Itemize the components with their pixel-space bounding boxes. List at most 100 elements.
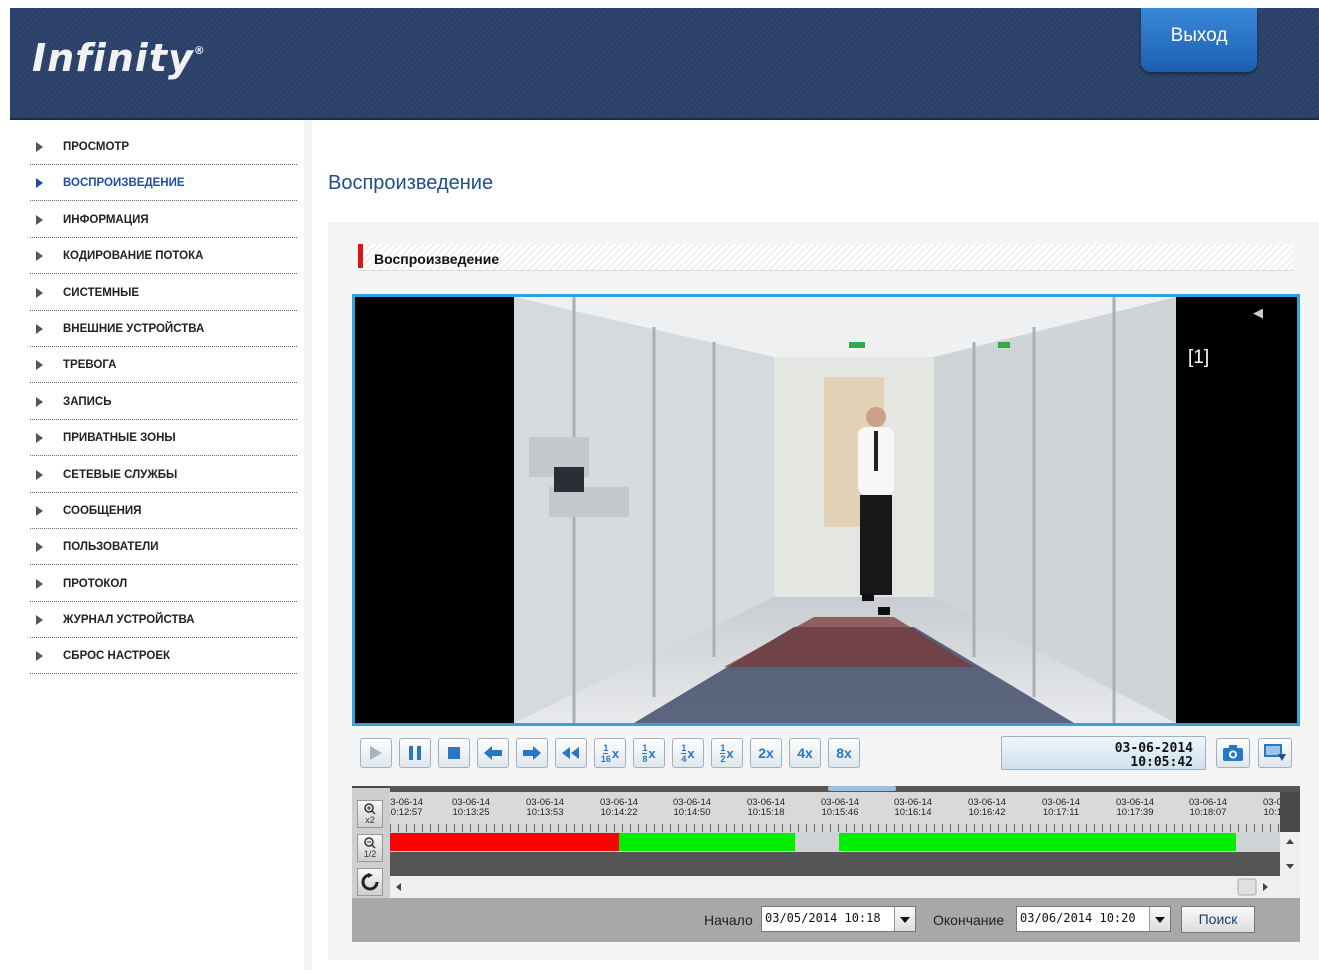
time-tick: 03-06-14 10:14:50: [672, 797, 712, 818]
play-icon: [370, 746, 382, 760]
sidebar-item-messages[interactable]: СООБЩЕНИЯ: [30, 494, 297, 529]
start-label: Начало: [704, 912, 753, 928]
start-datetime-select[interactable]: 03/05/2014 10:18: [761, 906, 916, 932]
arrow-right-icon: [36, 214, 51, 225]
sidebar-item-recording[interactable]: ЗАПИСЬ: [30, 385, 297, 420]
time-tick: 03-06-14 10:17:39: [1115, 797, 1155, 818]
time-tick: 03-06-1410:12:57: [390, 797, 424, 818]
speed-1-4-button[interactable]: 14x: [672, 738, 704, 768]
arrow-left-icon: [484, 746, 502, 760]
search-button[interactable]: Поиск: [1181, 906, 1255, 933]
sidebar-item-external-devices[interactable]: ВНЕШНИЕ УСТРОЙСТВА: [30, 312, 297, 347]
sidebar-item-information[interactable]: ИНФОРМАЦИЯ: [30, 203, 297, 238]
sidebar-item-playback[interactable]: ВОСПРОИЗВЕДЕНИЕ: [30, 166, 297, 202]
top-header: Infinity® Выход: [10, 8, 1319, 120]
rewind-button[interactable]: [555, 738, 587, 768]
arrow-right-icon: [36, 360, 51, 371]
camera-frame: [514, 297, 1176, 723]
time-tick: 03-06-14 10:13:25: [451, 797, 491, 818]
horizontal-scrollbar[interactable]: [390, 876, 1300, 898]
sidebar-item-privacy-zones[interactable]: ПРИВАТНЫЕ ЗОНЫ: [30, 421, 297, 457]
current-date: 03-06-2014: [1114, 741, 1193, 756]
speed-4x-button[interactable]: 4x: [789, 738, 821, 768]
arrow-right-icon: [36, 433, 51, 444]
stop-icon: [448, 747, 460, 759]
sidebar-item-protocol[interactable]: ПРОТОКОЛ: [30, 567, 297, 602]
camera-icon: [1223, 745, 1243, 761]
zoom-in-button[interactable]: x2: [357, 800, 383, 828]
alarm-recording-segment[interactable]: [390, 833, 619, 851]
arrow-right-icon: [36, 396, 51, 407]
rewind-icon: [562, 747, 579, 759]
download-button[interactable]: [1258, 738, 1292, 768]
section-title: Воспроизведение: [374, 251, 500, 267]
main-content: Воспроизведение Воспроизведение ◀︎ [1] 1…: [312, 120, 1319, 970]
speed-1-8-button[interactable]: 18x: [633, 738, 665, 768]
infinity-logo: Infinity®: [32, 36, 206, 80]
pause-button[interactable]: [399, 738, 431, 768]
time-tick: 03-06-14 10:13:53: [525, 797, 565, 818]
sidebar-item-stream-encoding[interactable]: КОДИРОВАНИЕ ПОТОКА: [30, 239, 297, 275]
sidebar-item-factory-reset[interactable]: СБРОС НАСТРОЕК: [30, 639, 297, 675]
continuous-recording-segment[interactable]: [839, 833, 1236, 851]
speed-8x-button[interactable]: 8x: [828, 738, 860, 768]
arrow-right-icon: [36, 178, 51, 189]
speed-1-16-button[interactable]: 1 16 x: [594, 738, 626, 768]
sidebar-item-network-services[interactable]: СЕТЕВЫЕ СЛУЖБЫ: [30, 458, 297, 493]
page-title: Воспроизведение: [328, 172, 494, 194]
end-datetime-select[interactable]: 03/06/2014 10:20: [1016, 906, 1171, 932]
time-tick: 03-06-14 10:16:14: [893, 797, 933, 818]
arrow-right-icon: [36, 469, 51, 480]
sidebar-item-alarm[interactable]: ТРЕВОГА: [30, 348, 297, 384]
arrow-right-icon: [36, 287, 51, 298]
scroll-arrows-icon: [1286, 839, 1294, 869]
download-icon: [1264, 744, 1286, 761]
sidebar-item-system[interactable]: СИСТЕМНЫЕ: [30, 276, 297, 311]
timeline-empty-track: [390, 852, 1280, 876]
continuous-recording-segment[interactable]: [619, 833, 795, 851]
section-accent-bar: [358, 244, 363, 268]
vertical-scrollbar[interactable]: [1280, 832, 1300, 876]
arrow-right-icon: [36, 542, 51, 553]
speaker-icon[interactable]: ◀︎: [1253, 305, 1263, 321]
arrow-right-icon: [36, 615, 51, 626]
arrow-right-icon: [523, 746, 541, 760]
refresh-icon: [361, 873, 379, 891]
arrow-right-icon: [36, 251, 51, 262]
timeline-tools: x2 1/2: [352, 788, 390, 898]
timeline-scale: 03-06-1410:12:57 03-06-1410:13:25 03-06-…: [390, 792, 1280, 832]
time-tick: 03-06-14 10:18:07: [1188, 797, 1228, 818]
sidebar-item-device-log[interactable]: ЖУРНАЛ УСТРОЙСТВА: [30, 603, 297, 639]
timeline-position-knob[interactable]: [828, 786, 896, 791]
recording-track[interactable]: [390, 832, 1280, 852]
sidebar-item-users[interactable]: ПОЛЬЗОВАТЕЛИ: [30, 530, 297, 566]
current-datetime-display: 03-06-2014 10:05:42: [1001, 736, 1206, 770]
snapshot-button[interactable]: [1216, 738, 1250, 768]
arrow-right-icon: [36, 142, 51, 152]
refresh-button[interactable]: [357, 868, 383, 896]
time-tick: 03-06-14 10:14:22: [599, 797, 639, 818]
timeline[interactable]: x2 1/2 03-06-1410:12:57 03-06-1410:13:25…: [352, 786, 1300, 898]
arrow-right-icon: [36, 578, 51, 589]
speed-1-2-button[interactable]: 12x: [711, 738, 743, 768]
section-header: Воспроизведение: [358, 244, 1293, 271]
logout-button[interactable]: Выход: [1141, 8, 1257, 72]
sidebar-menu: ПРОСМОТР ВОСПРОИЗВЕДЕНИЕ ИНФОРМАЦИЯ КОДИ…: [30, 130, 297, 676]
stop-button[interactable]: [438, 738, 470, 768]
arrow-right-icon: [36, 323, 51, 334]
zoom-out-icon: [364, 837, 376, 849]
playback-controls: 1 16 x 18x 14x 12x 2x 4x 8x 03-06-2014 10:…: [352, 732, 1300, 776]
next-frame-button[interactable]: [516, 738, 548, 768]
speed-2x-button[interactable]: 2x: [750, 738, 782, 768]
time-tick: 03-06-14 10:16:42: [967, 797, 1007, 818]
channel-label: [1]: [1188, 347, 1210, 368]
play-button[interactable]: [360, 738, 392, 768]
arrow-right-icon: [36, 651, 51, 662]
end-label: Окончание: [933, 912, 1005, 928]
sidebar-item-view[interactable]: ПРОСМОТР: [30, 130, 297, 165]
zoom-out-button[interactable]: 1/2: [357, 834, 383, 862]
video-viewport[interactable]: ◀︎ [1]: [352, 294, 1300, 726]
current-time: 10:05:42: [1130, 755, 1193, 770]
time-tick: 03-06-14 10:17:11: [1041, 797, 1081, 818]
previous-frame-button[interactable]: [477, 738, 509, 768]
